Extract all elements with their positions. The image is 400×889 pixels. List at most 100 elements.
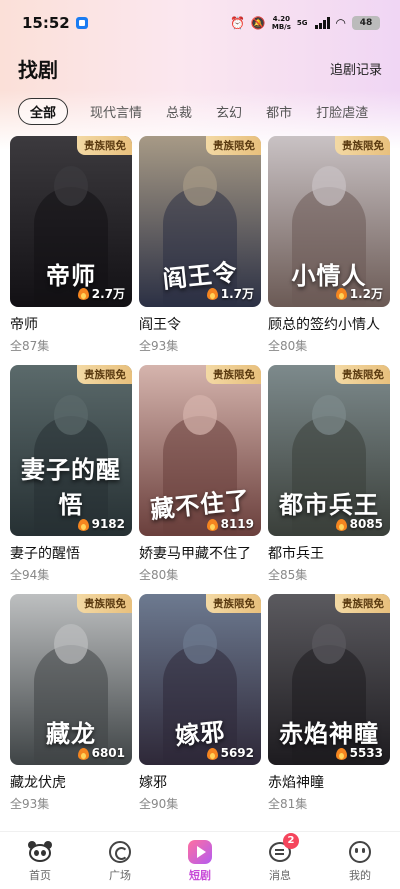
- heat-value: 5692: [220, 746, 254, 760]
- drama-poster[interactable]: 贵族限免 都市兵王 8085: [268, 365, 390, 536]
- free-badge: 贵族限免: [335, 365, 390, 384]
- heat-value: 9182: [91, 517, 125, 531]
- poster-head: [312, 166, 346, 206]
- episode-count: 全93集: [10, 797, 50, 811]
- drama-icon: [188, 839, 212, 864]
- nav-profile[interactable]: 我的: [330, 839, 390, 883]
- drama-poster[interactable]: 贵族限免 小情人 1.2万: [268, 136, 390, 307]
- nav-home-label: 首页: [29, 868, 51, 882]
- poster-head: [312, 395, 346, 435]
- drama-poster[interactable]: 贵族限免 妻子的醒悟 9182: [10, 365, 132, 536]
- drama-card[interactable]: 贵族限免 妻子的醒悟 9182 妻子的醒悟 全94集: [10, 365, 132, 594]
- drama-title[interactable]: 妻子的醒悟: [10, 543, 132, 563]
- nav-profile-icon-wrap: [349, 839, 371, 865]
- battery-icon: 48: [352, 16, 380, 30]
- poster-title-art: 都市兵王: [279, 491, 379, 519]
- network-speed-value: 4.20: [272, 15, 291, 23]
- episode-count: 全80集: [139, 568, 179, 582]
- drama-card[interactable]: 贵族限免 赤焰神瞳 5533 赤焰神瞳 全81集: [268, 594, 390, 823]
- drama-poster[interactable]: 贵族限免 藏不住了 8119: [139, 365, 261, 536]
- drama-title[interactable]: 都市兵王: [268, 543, 390, 563]
- poster-head: [54, 624, 88, 664]
- heat-count: 5533: [335, 746, 383, 760]
- fire-icon: [206, 287, 218, 300]
- drama-title[interactable]: 帝师: [10, 314, 132, 334]
- wifi-icon: ◠: [335, 16, 346, 30]
- heat-count: 6801: [77, 746, 125, 760]
- heat-value: 1.2万: [349, 287, 383, 301]
- poster-head: [183, 624, 217, 664]
- fire-icon: [77, 518, 89, 531]
- drama-poster[interactable]: 贵族限免 赤焰神瞳 5533: [268, 594, 390, 765]
- status-bar: 15:52 ⏰ 🔕 4.20 MB/s 5G ◠ 48: [0, 0, 400, 46]
- plaza-icon: [109, 840, 131, 863]
- drama-card[interactable]: 贵族限免 嫁邪 5692 嫁邪 全90集: [139, 594, 261, 823]
- drama-card[interactable]: 贵族限免 帝师 2.7万 帝师 全87集: [10, 136, 132, 365]
- episode-count: 全85集: [268, 568, 308, 582]
- nav-plaza[interactable]: 广场: [90, 839, 150, 883]
- drama-grid: 贵族限免 帝师 2.7万 帝师 全87集 贵族限免 阎王令 1.7万 阎王令 全…: [10, 136, 390, 823]
- drama-title[interactable]: 娇妻马甲藏不住了: [139, 543, 261, 563]
- nav-messages-icon-wrap: 2: [269, 832, 299, 865]
- drama-card[interactable]: 贵族限免 阎王令 1.7万 阎王令 全93集: [139, 136, 261, 365]
- heat-count: 1.2万: [335, 285, 383, 302]
- free-badge: 贵族限免: [206, 594, 261, 613]
- nav-messages[interactable]: 2 消息: [250, 832, 310, 883]
- free-badge: 贵族限免: [77, 594, 132, 613]
- drama-poster[interactable]: 贵族限免 嫁邪 5692: [139, 594, 261, 765]
- heat-count: 1.7万: [206, 285, 254, 302]
- episode-count: 全94集: [10, 568, 50, 582]
- poster-title-art: 妻子的醒悟: [21, 456, 121, 519]
- drama-title[interactable]: 阎王令: [139, 314, 261, 334]
- tab-all[interactable]: 全部: [18, 97, 69, 125]
- poster-head: [54, 166, 88, 206]
- drama-title[interactable]: 赤焰神瞳: [268, 772, 390, 792]
- drama-poster[interactable]: 贵族限免 帝师 2.7万: [10, 136, 132, 307]
- tab-ceo[interactable]: 总裁: [166, 102, 192, 121]
- nav-messages-label: 消息: [269, 868, 291, 882]
- drama-title[interactable]: 嫁邪: [139, 772, 261, 792]
- drama-card[interactable]: 贵族限免 藏龙 6801 藏龙伏虎 全93集: [10, 594, 132, 823]
- signal-label: 5G: [296, 19, 308, 27]
- episode-count: 全81集: [268, 797, 308, 811]
- heat-count: 5692: [206, 746, 254, 760]
- heat-value: 1.7万: [220, 287, 254, 301]
- drama-title[interactable]: 顾总的签约小情人: [268, 314, 390, 334]
- network-speed: 4.20 MB/s: [272, 15, 291, 31]
- free-badge: 贵族限免: [206, 365, 261, 384]
- network-speed-unit: MB/s: [271, 23, 291, 31]
- drama-card[interactable]: 贵族限免 藏不住了 8119 娇妻马甲藏不住了 全80集: [139, 365, 261, 594]
- heat-value: 2.7万: [91, 287, 125, 301]
- drama-poster[interactable]: 贵族限免 藏龙 6801: [10, 594, 132, 765]
- fire-icon: [206, 518, 218, 531]
- message-count-badge: 2: [283, 832, 299, 849]
- watch-history-link[interactable]: 追剧记录: [330, 59, 382, 78]
- tab-modern-romance[interactable]: 现代言情: [90, 102, 142, 121]
- heat-value: 6801: [91, 746, 125, 760]
- tab-fantasy[interactable]: 玄幻: [216, 102, 242, 121]
- free-badge: 贵族限免: [206, 136, 261, 155]
- poster-head: [54, 395, 88, 435]
- poster-head: [183, 395, 217, 435]
- tab-revenge[interactable]: 打脸虐渣: [316, 102, 368, 121]
- signal-icon: [314, 17, 330, 29]
- tab-urban[interactable]: 都市: [266, 102, 292, 121]
- nav-plaza-label: 广场: [109, 868, 131, 882]
- category-tabs: 全部 现代言情 总裁 玄幻 都市 打脸虐渣: [0, 96, 400, 126]
- drama-title[interactable]: 藏龙伏虎: [10, 772, 132, 792]
- heat-count: 9182: [77, 517, 125, 531]
- free-badge: 贵族限免: [335, 136, 390, 155]
- status-time: 15:52: [22, 14, 70, 32]
- fire-icon: [335, 747, 347, 760]
- profile-icon: [349, 840, 371, 863]
- page-title: 找剧: [18, 57, 58, 82]
- drama-card[interactable]: 贵族限免 都市兵王 8085 都市兵王 全85集: [268, 365, 390, 594]
- nav-drama[interactable]: 短剧: [170, 839, 230, 883]
- drama-card[interactable]: 贵族限免 小情人 1.2万 顾总的签约小情人 全80集: [268, 136, 390, 365]
- heat-count: 8085: [335, 517, 383, 531]
- drama-poster[interactable]: 贵族限免 阎王令 1.7万: [139, 136, 261, 307]
- nav-plaza-icon-wrap: [109, 839, 131, 865]
- alarm-icon: ⏰: [229, 16, 245, 30]
- nav-drama-icon-wrap: [188, 839, 212, 865]
- nav-home[interactable]: 首页: [10, 839, 70, 883]
